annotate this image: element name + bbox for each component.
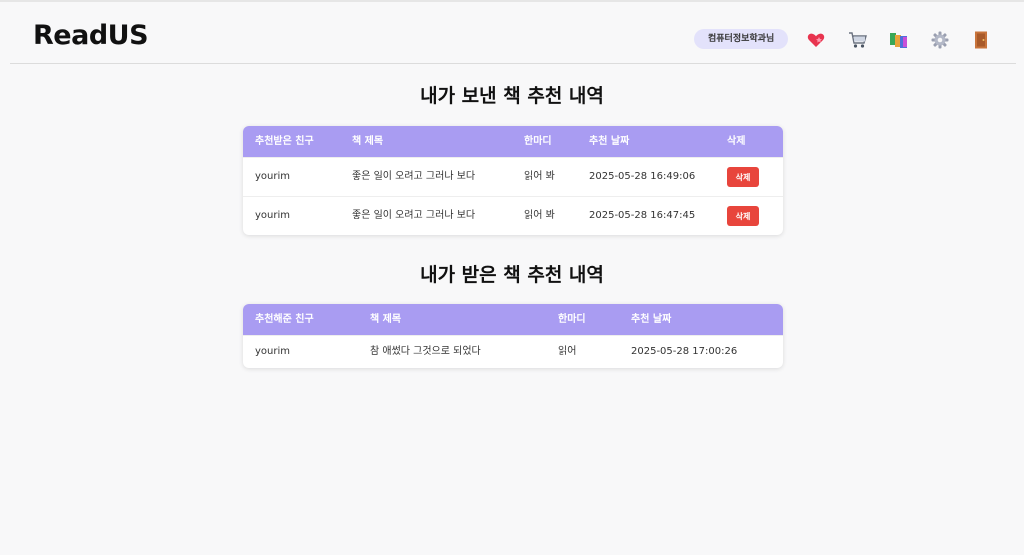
col-friend: 추천받은 친구 (255, 136, 314, 147)
row-friend: yourim (255, 171, 291, 182)
row-book: 참 애썼다 그것으로 되었다 (370, 346, 481, 357)
row-comment: 읽어 (558, 346, 577, 357)
col-delete: 삭제 (727, 136, 746, 147)
row-comment: 읽어 봐 (524, 210, 555, 221)
received-table: 추천해준 친구 책 제목 한마디 추천 날짜 yourim 참 애썼다 그것으로… (243, 304, 783, 368)
col-date: 추천 날짜 (631, 314, 672, 325)
row-date: 2025-05-28 17:00:26 (631, 346, 738, 357)
user-badge[interactable]: 컴퓨터정보학과님 (694, 29, 789, 49)
row-date: 2025-05-28 16:49:06 (589, 171, 696, 182)
books-icon[interactable] (889, 30, 909, 50)
row-friend: yourim (255, 346, 291, 357)
sent-table: 추천받은 친구 책 제목 한마디 추천 날짜 삭제 yourim 좋은 일이 오… (243, 126, 783, 235)
door-icon[interactable] (971, 30, 991, 50)
col-book: 책 제목 (352, 136, 384, 147)
sent-title: 내가 보낸 책 추천 내역 (420, 85, 604, 107)
col-friend: 추천해준 친구 (255, 314, 314, 325)
col-date: 추천 날짜 (589, 136, 630, 147)
table-row: yourim 좋은 일이 오려고 그러나 보다 읽어 봐 2025-05-28 … (243, 157, 783, 196)
cart-icon[interactable] (848, 30, 868, 50)
delete-button[interactable]: 삭제 (727, 206, 759, 226)
row-friend: yourim (255, 210, 291, 221)
gear-icon[interactable] (930, 30, 950, 50)
row-book: 좋은 일이 오려고 그러나 보다 (352, 171, 476, 182)
row-date: 2025-05-28 16:47:45 (589, 210, 696, 221)
table-row: yourim 참 애썼다 그것으로 되었다 읽어 2025-05-28 17:0… (243, 335, 783, 368)
row-comment: 읽어 봐 (524, 171, 555, 182)
top-header: ReadUS 컴퓨터정보학과님 (0, 2, 1024, 64)
col-comment: 한마디 (524, 136, 552, 147)
sent-table-header: 추천받은 친구 책 제목 한마디 추천 날짜 삭제 (243, 126, 783, 157)
row-book: 좋은 일이 오려고 그러나 보다 (352, 210, 476, 221)
table-row: yourim 좋은 일이 오려고 그러나 보다 읽어 봐 2025-05-28 … (243, 196, 783, 235)
heart-icon[interactable] (806, 30, 826, 50)
brand-logo[interactable]: ReadUS (33, 20, 149, 51)
received-table-header: 추천해준 친구 책 제목 한마디 추천 날짜 (243, 304, 783, 335)
received-title: 내가 받은 책 추천 내역 (420, 264, 604, 286)
col-book: 책 제목 (370, 314, 402, 325)
header-divider (10, 63, 1016, 64)
col-comment: 한마디 (558, 314, 586, 325)
delete-button[interactable]: 삭제 (727, 167, 759, 187)
